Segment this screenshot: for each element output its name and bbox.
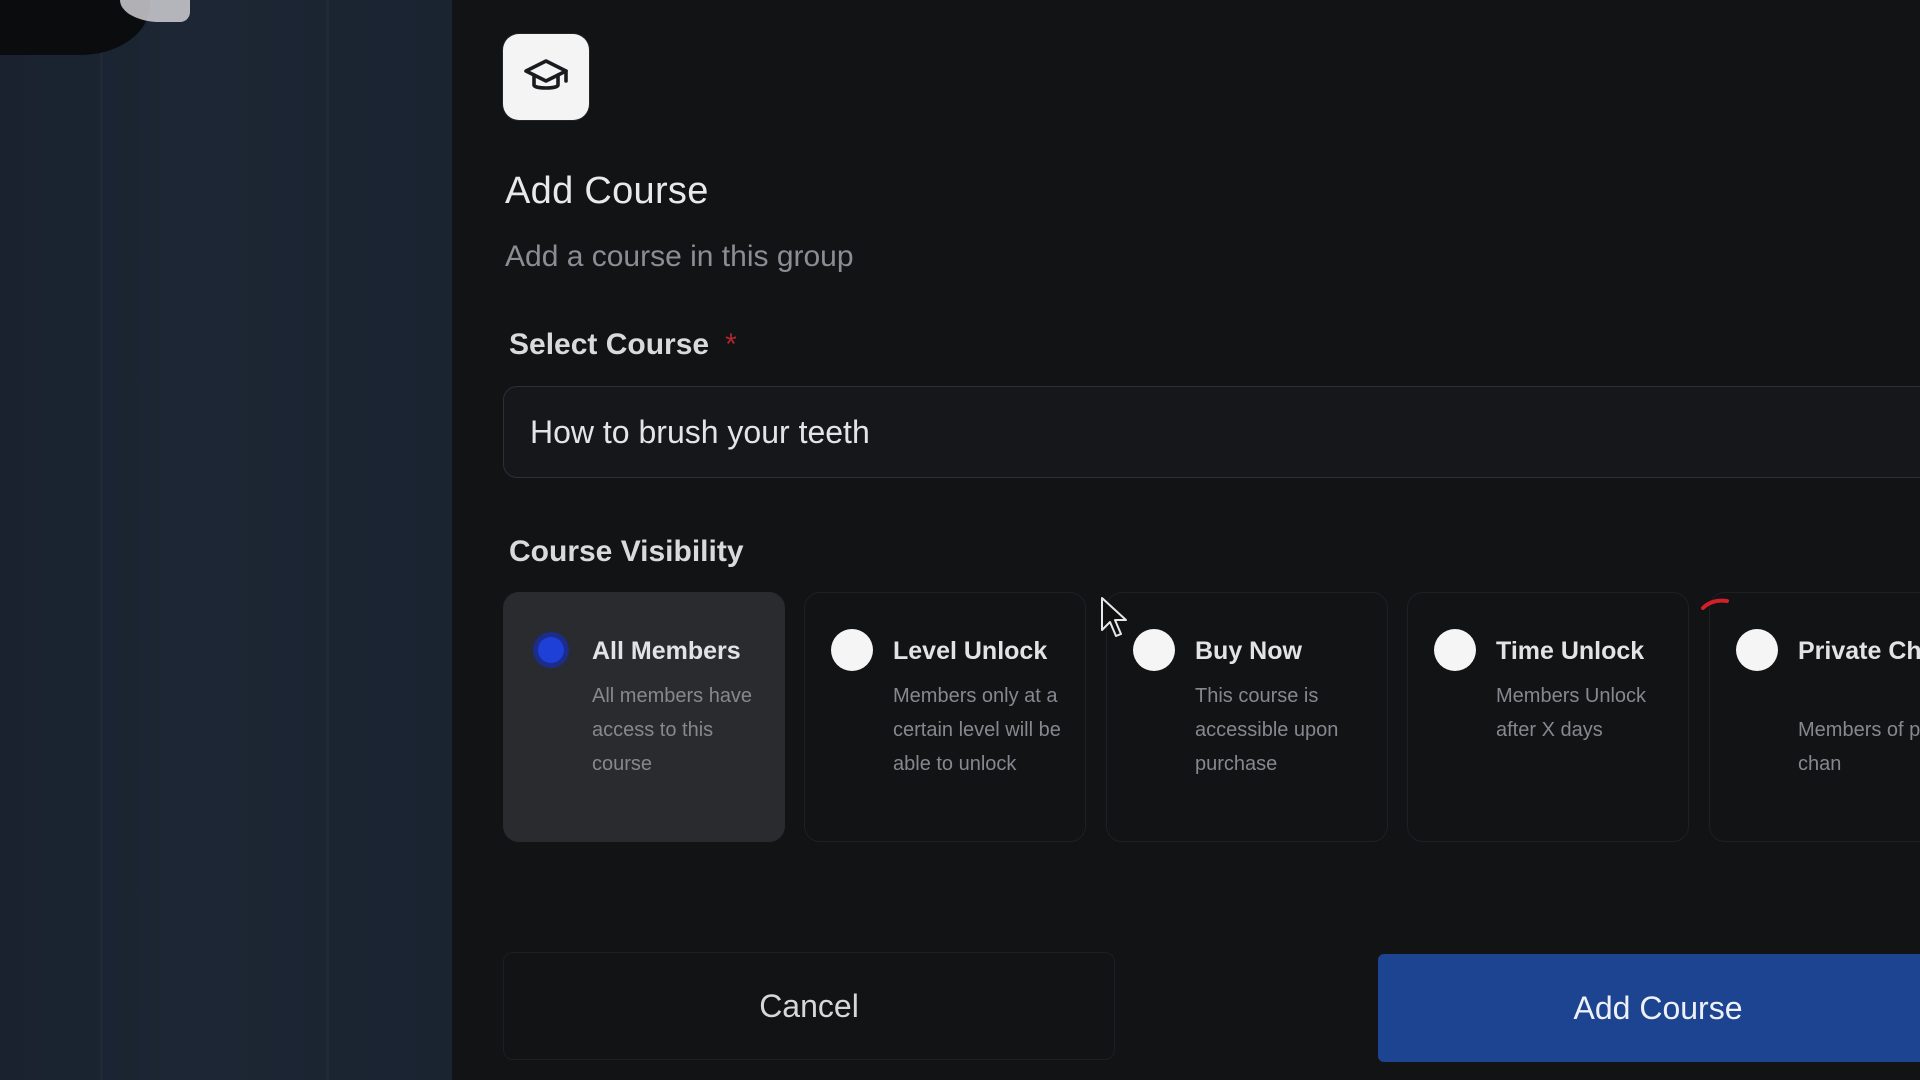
- radio-button[interactable]: [1434, 629, 1476, 671]
- option-description: This course is accessible upon purchase: [1195, 685, 1339, 775]
- radio-button[interactable]: [1133, 629, 1175, 671]
- graduation-cap-icon: [503, 34, 589, 120]
- course-select[interactable]: How to brush your teeth: [503, 386, 1920, 478]
- option-description: Members only at a certain level will be …: [893, 685, 1061, 775]
- visibility-option-buy-now[interactable]: Buy Now This course is accessible upon p…: [1106, 592, 1388, 842]
- option-title: Time Unlock: [1496, 637, 1645, 665]
- cancel-button[interactable]: Cancel: [503, 952, 1115, 1060]
- course-select-value: How to brush your teeth: [530, 413, 870, 450]
- background-stripe: [326, 0, 329, 1080]
- background-stripe: [100, 0, 103, 1080]
- add-course-button[interactable]: Add Course: [1378, 954, 1920, 1062]
- option-title: All Members: [592, 637, 741, 665]
- screen: Add Course Add a course in this group Se…: [0, 0, 1920, 1080]
- radio-button[interactable]: [831, 629, 873, 671]
- background-panel: [0, 0, 452, 1080]
- option-description: All members have access to this course: [592, 685, 753, 775]
- radio-button[interactable]: [1736, 629, 1778, 671]
- option-title: Private Channel: [1798, 637, 1920, 665]
- option-description: Members of private chan: [1798, 719, 1920, 775]
- modal-title: Add Course: [505, 170, 709, 212]
- option-description: Members Unlock after X days: [1496, 685, 1647, 741]
- add-course-modal: Add Course Add a course in this group Se…: [452, 0, 1920, 1080]
- modal-subtitle: Add a course in this group: [505, 240, 854, 273]
- select-course-label-text: Select Course: [509, 328, 710, 361]
- option-title: Level Unlock: [893, 637, 1048, 665]
- option-title: Buy Now: [1195, 637, 1302, 665]
- radio-button[interactable]: [530, 629, 572, 671]
- visibility-option-time-unlock[interactable]: Time Unlock Members Unlock after X days: [1407, 592, 1689, 842]
- visibility-option-all-members[interactable]: All Members All members have access to t…: [503, 592, 785, 842]
- annotation-mark: [1701, 598, 1729, 610]
- visibility-option-private-channel[interactable]: Private Channel Members of private chan: [1709, 592, 1920, 842]
- course-visibility-label: Course Visibility: [509, 535, 744, 568]
- required-marker: *: [725, 328, 737, 361]
- select-course-label: Select Course *: [509, 328, 737, 362]
- mouse-cursor-icon: [1101, 597, 1127, 637]
- visibility-option-level-unlock[interactable]: Level Unlock Members only at a certain l…: [804, 592, 1086, 842]
